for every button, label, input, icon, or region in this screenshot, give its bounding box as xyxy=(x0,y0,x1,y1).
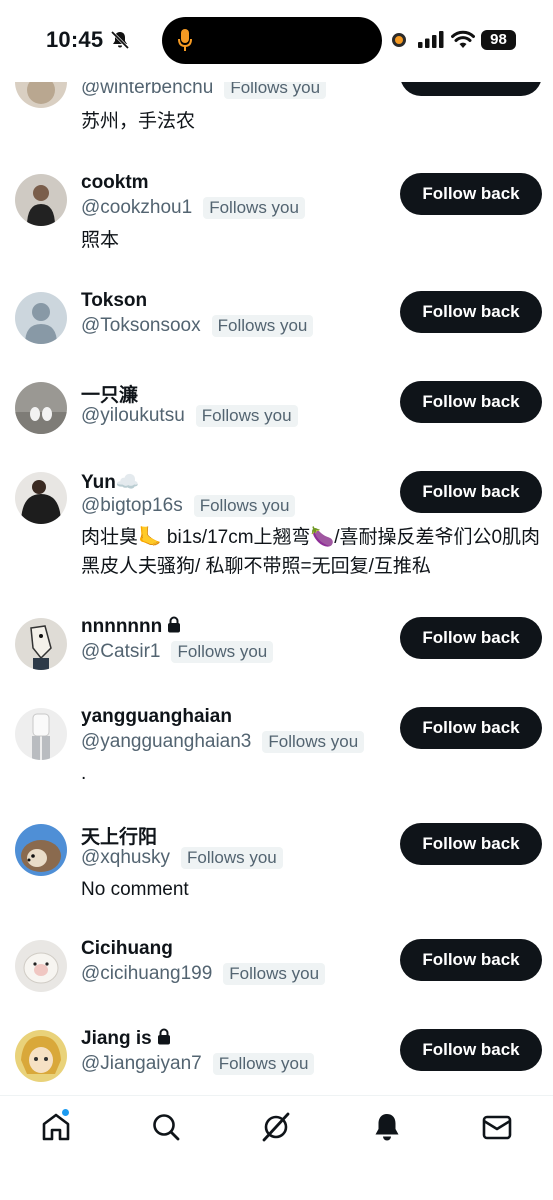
user-name[interactable]: Jiang is xyxy=(81,1028,171,1050)
list-item[interactable]: Jiang is @Jiangaiyan7 Follows you Follow… xyxy=(0,1021,553,1095)
user-bio: 照本 xyxy=(81,230,120,251)
user-name[interactable]: nnnnnnn xyxy=(81,616,181,638)
follow-back-button[interactable]: Follow back xyxy=(400,471,542,513)
user-bio: 肉壮臭🦶 bi1s/17cm上翘弯🍆/喜耐操反差爷们公0肌肉黑皮人夫骚狗/ 私聊… xyxy=(81,527,541,577)
handle-line: @xqhusky Follows you xyxy=(81,847,283,869)
avatar[interactable] xyxy=(15,940,67,992)
handle-line: @yiloukutsu Follows you xyxy=(81,405,298,427)
avatar[interactable] xyxy=(15,472,67,524)
list-item[interactable]: 一只濂 @yiloukutsu Follows you Follow back xyxy=(0,373,553,463)
follow-back-button[interactable]: Follow back xyxy=(400,707,542,749)
follows-you-badge: Follows you xyxy=(195,405,298,427)
follows-you-badge: Follows you xyxy=(193,495,296,517)
user-name-text: nnnnnnn xyxy=(81,616,163,637)
nav-messages[interactable] xyxy=(480,1110,514,1144)
list-item[interactable]: Yun☁️ @bigtop16s Follows you 肉壮臭🦶 bi1s/1… xyxy=(0,463,553,609)
status-bar: 10:45 98 xyxy=(0,0,553,82)
avatar[interactable] xyxy=(15,292,67,344)
wifi-icon xyxy=(451,30,475,48)
follow-back-button[interactable]: Follow back xyxy=(400,381,542,423)
handle-line: @bigtop16s Follows you xyxy=(81,495,296,517)
handle-line: @Toksonsoox Follows you xyxy=(81,315,314,337)
follow-back-button[interactable]: Follow back xyxy=(400,823,542,865)
user-handle[interactable]: @Catsir1 xyxy=(81,641,160,663)
nav-grok[interactable] xyxy=(259,1110,293,1144)
battery-indicator: 98 xyxy=(481,30,516,50)
dynamic-island xyxy=(162,17,382,64)
user-bio: . xyxy=(81,763,87,784)
avatar[interactable] xyxy=(15,174,67,226)
user-bio: 苏州，手法农 xyxy=(81,111,196,132)
user-name[interactable]: Tokson xyxy=(81,290,147,312)
lock-icon xyxy=(168,616,181,633)
user-bio: No comment xyxy=(81,879,189,900)
avatar[interactable] xyxy=(15,618,67,670)
handle-line: @Catsir1 Follows you xyxy=(81,641,274,663)
list-item[interactable]: Cicihuang @cicihuang199 Follows you Foll… xyxy=(0,931,553,1021)
list-item[interactable]: yangguanghaian @yangguanghaian3 Follows … xyxy=(0,699,553,815)
user-name-text: Jiang is xyxy=(81,1028,152,1049)
list-item[interactable]: nnnnnnn @Catsir1 Follows you Follow back xyxy=(0,609,553,699)
clock: 10:45 xyxy=(46,27,104,52)
avatar[interactable] xyxy=(15,382,67,434)
handle-line: @Jiangaiyan7 Follows you xyxy=(81,1053,315,1075)
follows-you-badge: Follows you xyxy=(212,1053,315,1075)
cellular-signal-icon xyxy=(418,31,444,48)
user-name[interactable]: yangguanghaian xyxy=(81,706,232,728)
user-handle[interactable]: @cookzhou1 xyxy=(81,197,192,219)
search-icon xyxy=(153,1114,180,1141)
notification-dot xyxy=(61,1108,70,1117)
handle-line: @yangguanghaian3 Follows you xyxy=(81,731,365,753)
follows-you-badge: Follows you xyxy=(262,731,365,753)
bottom-navigation xyxy=(0,1095,553,1200)
user-handle[interactable]: @xqhusky xyxy=(81,847,170,869)
user-name[interactable]: 天上行阳 xyxy=(81,822,157,849)
user-handle[interactable]: @bigtop16s xyxy=(81,495,183,517)
handle-line: @cookzhou1 Follows you xyxy=(81,197,305,219)
microphone-icon xyxy=(178,29,192,51)
follows-you-badge: Follows you xyxy=(181,847,283,869)
user-handle[interactable]: @Jiangaiyan7 xyxy=(81,1053,202,1075)
notifications-icon xyxy=(375,1114,399,1141)
follows-you-badge: Follows you xyxy=(171,641,274,663)
user-handle[interactable]: @yiloukutsu xyxy=(81,405,185,427)
follow-back-button[interactable]: Follow back xyxy=(400,1029,542,1071)
messages-icon xyxy=(482,1115,512,1140)
lock-icon xyxy=(157,1028,170,1045)
list-item[interactable]: cooktm @cookzhou1 Follows you 照本 Follow … xyxy=(0,165,553,283)
user-name[interactable]: Yun☁️ xyxy=(81,470,140,494)
follow-back-button[interactable]: Follow back xyxy=(400,617,542,659)
user-handle[interactable]: @yangguanghaian3 xyxy=(81,731,251,753)
follow-back-button[interactable]: Follow back xyxy=(400,939,542,981)
avatar[interactable] xyxy=(15,1030,67,1082)
avatar[interactable] xyxy=(15,708,67,760)
bell-slash-icon xyxy=(110,30,130,50)
follow-back-button[interactable]: Follow back xyxy=(400,291,542,333)
nav-search[interactable] xyxy=(149,1110,183,1144)
list-item[interactable]: Tokson @Toksonsoox Follows you Follow ba… xyxy=(0,283,553,373)
list-item[interactable]: 天上行阳 @xqhusky Follows you No comment Fol… xyxy=(0,815,553,931)
user-name[interactable]: cooktm xyxy=(81,172,149,194)
follows-you-badge: Follows you xyxy=(203,197,305,219)
recording-indicator-icon xyxy=(392,33,406,47)
follow-back-button[interactable]: Follow back xyxy=(400,173,542,215)
nav-notifications[interactable] xyxy=(370,1110,404,1144)
avatar[interactable] xyxy=(15,824,67,876)
follows-you-badge: Follows you xyxy=(223,963,326,985)
user-name[interactable]: 一只濂 xyxy=(81,380,138,407)
grok-icon xyxy=(262,1112,290,1142)
user-name[interactable]: Cicihuang xyxy=(81,938,173,960)
follows-you-badge: Follows you xyxy=(211,315,314,337)
user-handle[interactable]: @Toksonsoox xyxy=(81,315,201,337)
handle-line: @cicihuang199 Follows you xyxy=(81,963,326,985)
user-handle[interactable]: @cicihuang199 xyxy=(81,963,212,985)
